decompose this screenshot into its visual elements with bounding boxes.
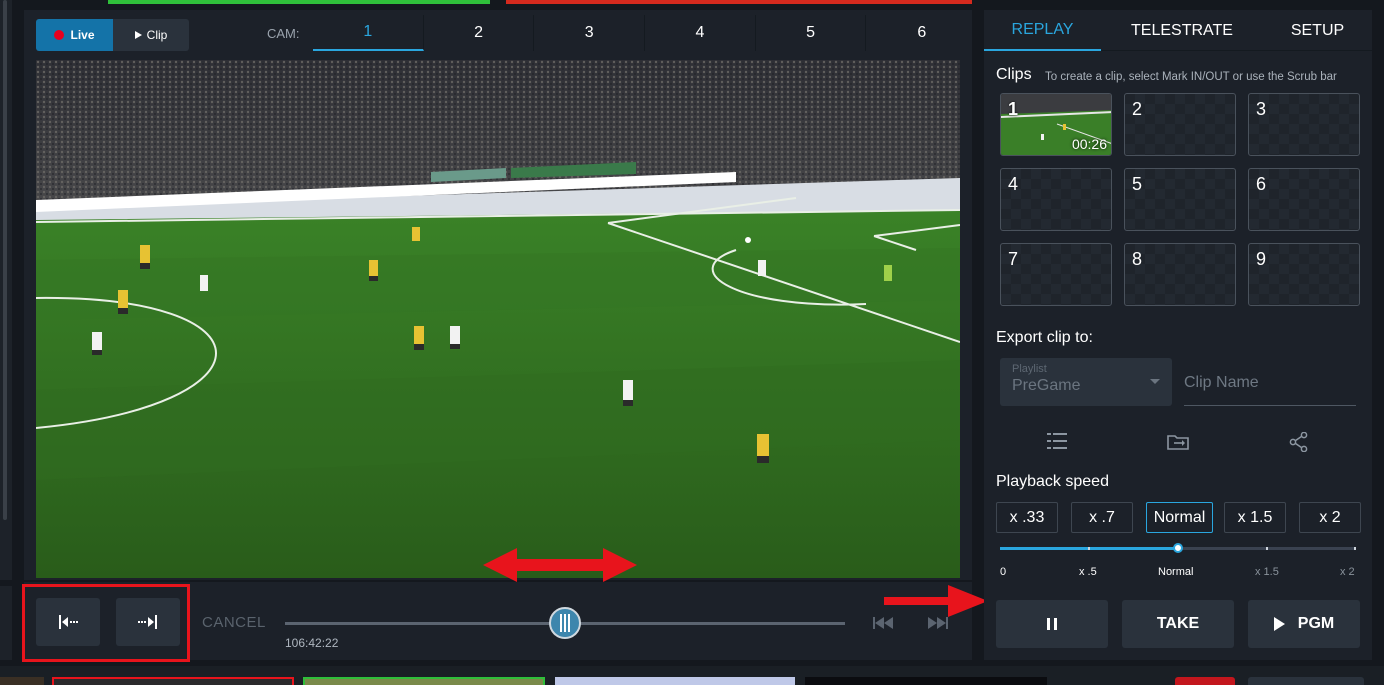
- speed-scale-15: x 1.5: [1255, 566, 1279, 578]
- speed-tick: [1266, 547, 1268, 550]
- skip-forward-icon[interactable]: [928, 616, 950, 630]
- scrub-handle[interactable]: [549, 607, 581, 639]
- playlist-caption: Playlist: [1012, 363, 1047, 375]
- clip-slot-5[interactable]: 5: [1124, 168, 1236, 231]
- tab-replay[interactable]: REPLAY: [984, 10, 1101, 51]
- cam-tab-6[interactable]: 6: [866, 15, 977, 51]
- bottom-thumb-1[interactable]: [0, 677, 44, 685]
- skip-back-icon[interactable]: [873, 616, 895, 630]
- export-label: Export clip to:: [996, 329, 1093, 346]
- bottom-thumb-2[interactable]: [52, 677, 294, 685]
- clip-name-input[interactable]: Clip Name: [1184, 362, 1356, 406]
- playlist-value: PreGame: [1012, 377, 1081, 394]
- pause-button[interactable]: [996, 600, 1108, 648]
- clip-slot-8[interactable]: 8: [1124, 243, 1236, 306]
- timecode: 106:42:22: [285, 636, 339, 650]
- playlist-add-icon[interactable]: [1047, 432, 1067, 450]
- video-area: Live Clip CAM: 1 2 3 4 5 6: [24, 10, 972, 580]
- clip-slot-9[interactable]: 9: [1248, 243, 1360, 306]
- cancel-button[interactable]: CANCEL: [202, 614, 266, 631]
- video-feed[interactable]: [36, 60, 960, 578]
- grip-icon: [560, 614, 570, 632]
- pgm-label: PGM: [1297, 615, 1335, 632]
- top-strip-red: [506, 0, 972, 4]
- panel-tabs: REPLAY TELESTRATE SETUP: [984, 10, 1372, 51]
- folder-export-icon[interactable]: [1167, 432, 1189, 450]
- bottom-button[interactable]: [1248, 677, 1364, 685]
- top-strip-green: [108, 0, 490, 4]
- clip-duration: 00:26: [1071, 136, 1107, 152]
- clip-slot-3[interactable]: 3: [1248, 93, 1360, 156]
- cam-tab-4[interactable]: 4: [645, 15, 756, 51]
- mode-toggle: Live Clip: [36, 19, 189, 51]
- record-dot-icon: [54, 30, 65, 40]
- take-label: TAKE: [1156, 615, 1200, 632]
- speed-slider-knob[interactable]: [1173, 543, 1183, 553]
- right-arrow-annotation-icon: [884, 585, 988, 617]
- speed-normal-button[interactable]: Normal: [1146, 502, 1213, 533]
- camera-tabs: 1 2 3 4 5 6: [313, 15, 977, 51]
- scrollbar[interactable]: [3, 0, 7, 520]
- speed-15-button[interactable]: x 1.5: [1224, 502, 1286, 533]
- speed-07-button[interactable]: x .7: [1071, 502, 1133, 533]
- speed-2-button[interactable]: x 2: [1299, 502, 1361, 533]
- speed-scale-05: x .5: [1079, 566, 1097, 578]
- tab-setup[interactable]: SETUP: [1263, 10, 1372, 51]
- speed-033-button[interactable]: x .33: [996, 502, 1058, 533]
- soccer-pitch-image: [36, 60, 960, 578]
- tab-telestrate[interactable]: TELESTRATE: [1101, 10, 1263, 51]
- clip-slot-4[interactable]: 4: [1000, 168, 1112, 231]
- clip-label: Clip: [146, 28, 168, 42]
- clip-slot-7[interactable]: 7: [1000, 243, 1112, 306]
- mark-buttons-highlight: [22, 584, 190, 662]
- playlist-select[interactable]: Playlist PreGame: [1000, 358, 1172, 406]
- speed-scale-0: 0: [1000, 566, 1007, 578]
- bottom-thumb-3[interactable]: [303, 677, 545, 685]
- cam-label: CAM:: [267, 26, 300, 41]
- speed-tick: [1088, 547, 1090, 550]
- clip-number: 1: [1008, 99, 1019, 119]
- speed-tick: [1354, 547, 1356, 550]
- clips-title: Clips: [996, 66, 1032, 83]
- bottom-thumb-4[interactable]: [555, 677, 795, 685]
- clip-slot-2[interactable]: 2: [1124, 93, 1236, 156]
- clip-slot-6[interactable]: 6: [1248, 168, 1360, 231]
- bottom-record-button[interactable]: [1175, 677, 1235, 685]
- left-panel-edge-bottom: [0, 586, 12, 660]
- playback-speed-label: Playback speed: [996, 473, 1109, 490]
- play-icon: [1273, 617, 1285, 631]
- speed-scale-normal: Normal: [1158, 566, 1194, 578]
- replay-panel: REPLAY TELESTRATE SETUP Clips To create …: [984, 10, 1372, 660]
- clips-hint: To create a clip, select Mark IN/OUT or …: [1045, 71, 1337, 83]
- bottom-thumb-5[interactable]: [805, 677, 1047, 685]
- live-label: Live: [70, 28, 95, 42]
- double-arrow-annotation-icon: [483, 548, 637, 582]
- take-button[interactable]: TAKE: [1122, 600, 1234, 648]
- live-button[interactable]: Live: [36, 19, 113, 51]
- speed-scale-2: x 2: [1340, 566, 1355, 578]
- clip-slot-1[interactable]: 1 00:26: [1000, 93, 1112, 156]
- left-panel-edge: [0, 0, 12, 580]
- play-icon: [134, 31, 142, 39]
- pause-icon: [1047, 618, 1057, 630]
- cam-tab-2[interactable]: 2: [424, 15, 535, 51]
- cam-tab-3[interactable]: 3: [534, 15, 646, 51]
- cam-tab-1[interactable]: 1: [313, 15, 424, 51]
- pgm-button[interactable]: PGM: [1248, 600, 1360, 648]
- speed-slider[interactable]: [1000, 543, 1356, 553]
- caret-down-icon: [1150, 379, 1160, 384]
- cam-tab-5[interactable]: 5: [756, 15, 867, 51]
- clip-button[interactable]: Clip: [113, 19, 189, 51]
- clip-grid: 1 00:26 2 3 4 5 6 7 8 9: [1000, 93, 1360, 306]
- share-icon[interactable]: [1289, 432, 1309, 452]
